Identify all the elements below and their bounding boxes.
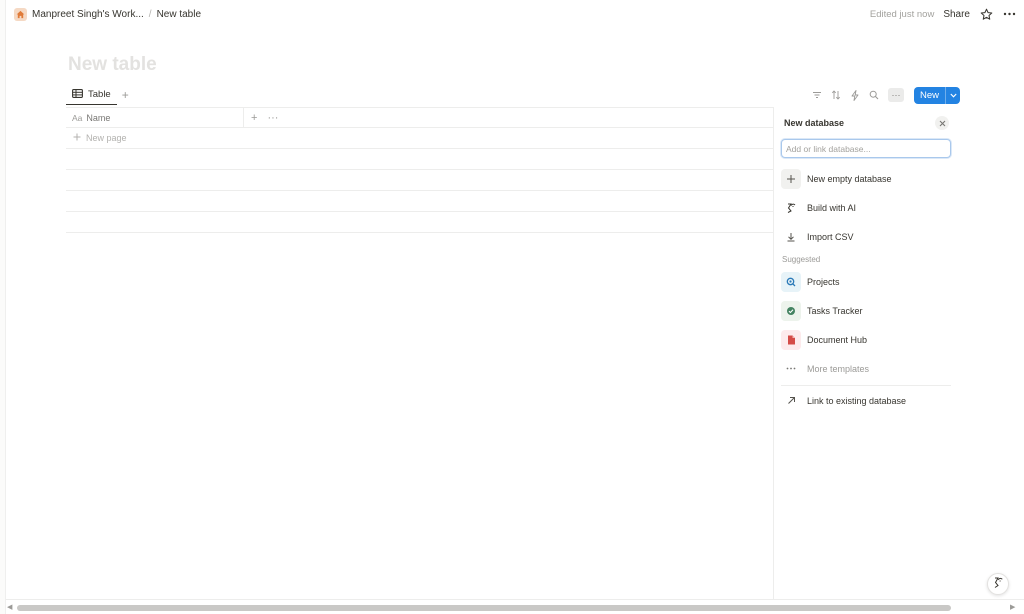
new-button[interactable]: New — [913, 86, 960, 104]
new-page-row[interactable]: New page — [66, 128, 773, 149]
breadcrumb-workspace[interactable]: Manpreet Singh's Work... — [32, 9, 144, 20]
add-view-button[interactable]: + — [122, 89, 129, 101]
table-header-row: Aa Name + ··· — [66, 107, 773, 128]
panel-header: New database — [774, 107, 959, 139]
new-database-panel: New database New empty database Build wi… — [773, 107, 959, 599]
automation-bolt-icon[interactable] — [850, 89, 861, 101]
page-title[interactable]: New table — [68, 54, 157, 76]
arrow-up-right-icon — [781, 391, 801, 411]
more-templates-item[interactable]: More templates — [774, 354, 959, 383]
table-row — [66, 170, 773, 191]
projects-icon — [781, 271, 801, 292]
ai-face-icon — [992, 576, 1004, 592]
bottom-divider — [6, 599, 1024, 600]
table-row — [66, 149, 773, 170]
name-column-header[interactable]: Aa Name — [66, 108, 244, 127]
table-row — [66, 191, 773, 212]
column-more-button[interactable]: ··· — [267, 112, 278, 124]
tab-table-label: Table — [88, 89, 111, 100]
database-table: Aa Name + ··· New page — [66, 107, 773, 233]
template-document-hub-item[interactable]: Document Hub — [774, 325, 959, 354]
home-icon[interactable] — [14, 7, 27, 21]
edited-status: Edited just now — [869, 8, 935, 20]
template-document-hub-label: Document Hub — [807, 334, 868, 345]
document-icon — [781, 329, 801, 350]
template-tasks-tracker-item[interactable]: Tasks Tracker — [774, 296, 959, 325]
download-icon — [781, 227, 801, 247]
template-projects-item[interactable]: Projects — [774, 267, 959, 296]
more-dots-icon — [781, 359, 801, 379]
name-column-label: Name — [86, 112, 111, 123]
new-button-label[interactable]: New — [914, 87, 945, 104]
breadcrumb-separator: / — [148, 8, 152, 20]
filter-icon[interactable] — [812, 90, 823, 101]
table-row — [66, 212, 773, 233]
chevron-down-icon[interactable] — [945, 86, 960, 104]
more-options-icon[interactable] — [1002, 7, 1016, 21]
link-existing-database-label: Link to existing database — [807, 395, 907, 406]
new-empty-database-label: New empty database — [807, 173, 892, 184]
scroll-left-arrow-icon[interactable]: ◀ — [7, 603, 12, 611]
breadcrumb-page[interactable]: New table — [157, 9, 201, 20]
top-bar: Manpreet Singh's Work... / New table Edi… — [6, 0, 1024, 28]
import-csv-label: Import CSV — [807, 231, 854, 242]
star-icon[interactable] — [979, 7, 993, 21]
view-more-button[interactable]: ··· — [887, 88, 904, 102]
build-with-ai-label: Build with AI — [807, 202, 857, 213]
close-icon[interactable] — [935, 116, 949, 130]
topbar-actions: Edited just now Share — [870, 7, 1016, 21]
panel-title: New database — [784, 118, 845, 128]
more-templates-label: More templates — [807, 363, 870, 374]
ai-assistant-button[interactable] — [987, 573, 1009, 595]
plus-icon — [781, 168, 801, 189]
check-circle-icon — [781, 300, 801, 321]
link-existing-database-item[interactable]: Link to existing database — [774, 386, 959, 415]
database-search-input[interactable] — [781, 139, 951, 158]
text-type-icon: Aa — [72, 112, 83, 123]
add-property-button[interactable]: + — [251, 112, 257, 124]
import-csv-item[interactable]: Import CSV — [774, 222, 959, 251]
new-page-button[interactable]: New page — [66, 133, 127, 143]
build-with-ai-item[interactable]: Build with AI — [774, 193, 959, 222]
share-button[interactable]: Share — [943, 9, 970, 20]
view-bar: Table + ··· New — [66, 84, 960, 106]
new-empty-database-item[interactable]: New empty database — [774, 164, 959, 193]
search-icon[interactable] — [869, 90, 880, 101]
template-projects-label: Projects — [807, 276, 840, 287]
suggested-heading: Suggested — [782, 255, 821, 264]
plus-icon — [73, 133, 81, 143]
scroll-right-arrow-icon[interactable]: ▶ — [1010, 603, 1015, 611]
column-actions: + ··· — [244, 112, 278, 124]
ai-face-icon — [781, 198, 801, 218]
horizontal-scrollbar[interactable] — [17, 605, 951, 611]
tab-table[interactable]: Table — [66, 85, 117, 105]
view-actions: ··· New — [812, 86, 960, 104]
template-tasks-tracker-label: Tasks Tracker — [807, 305, 863, 316]
sort-icon[interactable] — [831, 90, 842, 101]
left-edge — [0, 0, 6, 614]
table-icon — [72, 88, 83, 101]
new-page-label: New page — [86, 133, 127, 143]
